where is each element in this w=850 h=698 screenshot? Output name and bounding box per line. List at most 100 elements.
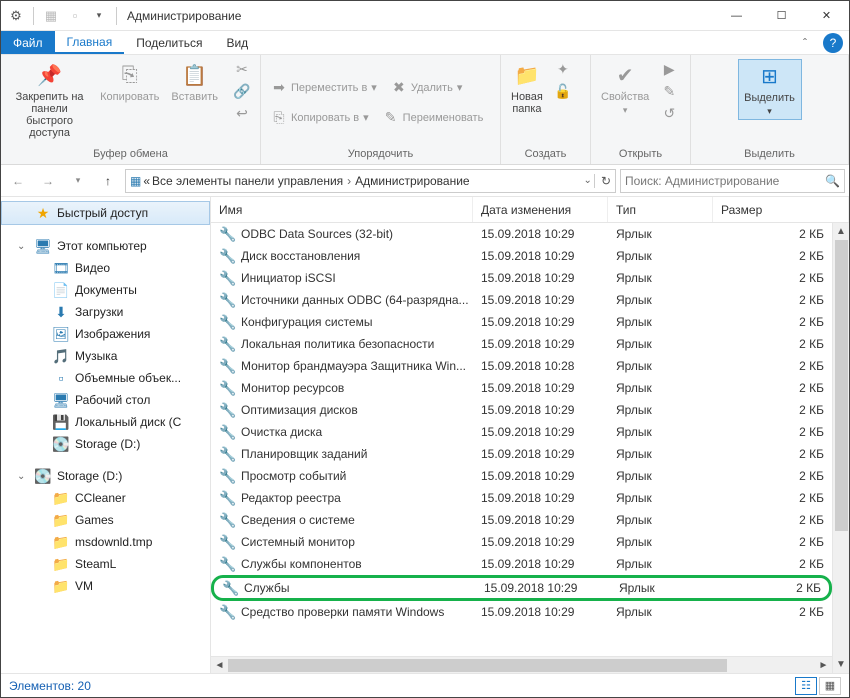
col-date[interactable]: Дата изменения <box>473 197 608 222</box>
file-row[interactable]: 🔧Планировщик заданий15.09.2018 10:29Ярлы… <box>211 443 832 465</box>
copypath-button[interactable]: 🔗 <box>230 81 254 101</box>
view-details-button[interactable]: ☷ <box>795 677 817 695</box>
file-date: 15.09.2018 10:29 <box>473 381 608 395</box>
file-size: 2 КБ <box>713 293 832 307</box>
nav-thispc-child[interactable]: 📄Документы <box>1 279 210 301</box>
edit-button[interactable]: ✎ <box>657 81 681 101</box>
scroll-right-icon[interactable]: ► <box>815 657 832 674</box>
delete-button[interactable]: ✖Удалить ▾ <box>387 78 467 98</box>
file-row[interactable]: 🔧Очистка диска15.09.2018 10:29Ярлык2 КБ <box>211 421 832 443</box>
file-row[interactable]: 🔧ODBC Data Sources (32-bit)15.09.2018 10… <box>211 223 832 245</box>
file-row[interactable]: 🔧Монитор брандмауэра Защитника Win...15.… <box>211 355 832 377</box>
history-button[interactable]: ↺ <box>657 103 681 123</box>
qat-properties-icon[interactable]: ▦ <box>40 5 62 27</box>
vertical-scrollbar[interactable]: ▲ ▼ <box>832 223 849 673</box>
scroll-left-icon[interactable]: ◄ <box>211 657 228 674</box>
scroll-up-icon[interactable]: ▲ <box>833 223 849 240</box>
file-name: Локальная политика безопасности <box>241 337 434 351</box>
close-button[interactable]: ✕ <box>804 1 849 31</box>
col-name[interactable]: Имя <box>211 197 473 222</box>
nav-storage-child[interactable]: 📁SteamL <box>1 553 210 575</box>
back-button[interactable]: ← <box>5 168 31 194</box>
select-button[interactable]: ⊞ Выделить ▾ <box>738 59 802 120</box>
newfolder-button[interactable]: 📁 Новая папка <box>507 59 547 117</box>
tab-home[interactable]: Главная <box>55 31 125 54</box>
nav-storage[interactable]: ⌄💽Storage (D:) <box>1 465 210 487</box>
file-row[interactable]: 🔧Средство проверки памяти Windows15.09.2… <box>211 601 832 623</box>
app-icon[interactable]: ⚙ <box>5 5 27 27</box>
rename-button[interactable]: ✎Переименовать <box>379 108 488 128</box>
properties-button[interactable]: ✔ Свойства ▾ <box>597 59 653 118</box>
nav-thispc-child[interactable]: 🎵Музыка <box>1 345 210 367</box>
tab-file[interactable]: Файл <box>1 31 55 54</box>
file-row[interactable]: 🔧Оптимизация дисков15.09.2018 10:29Ярлык… <box>211 399 832 421</box>
qat-newfolder-icon[interactable]: ▫ <box>64 5 86 27</box>
file-row[interactable]: 🔧Монитор ресурсов15.09.2018 10:29Ярлык2 … <box>211 377 832 399</box>
navitem-label: Локальный диск (C <box>75 415 181 429</box>
shortcut-icon: 🔧 <box>219 468 235 484</box>
search-input[interactable]: Поиск: Администрирование 🔍 <box>620 169 845 193</box>
nav-thispc[interactable]: ⌄🖥Этот компьютер <box>1 235 210 257</box>
col-size[interactable]: Размер <box>713 197 849 222</box>
minimize-button[interactable]: — <box>714 1 759 31</box>
nav-thispc-child[interactable]: 💾Локальный диск (C <box>1 411 210 433</box>
shortcut-icon: 🔧 <box>219 314 235 330</box>
nav-thispc-child[interactable]: ⬇Загрузки <box>1 301 210 323</box>
nav-storage-child[interactable]: 📁Games <box>1 509 210 531</box>
scroll-down-icon[interactable]: ▼ <box>833 656 849 673</box>
tab-view[interactable]: Вид <box>214 31 260 54</box>
refresh-icon[interactable]: ↻ <box>594 174 611 188</box>
file-row[interactable]: 🔧Локальная политика безопасности15.09.20… <box>211 333 832 355</box>
nav-storage-child[interactable]: 📁msdownld.tmp <box>1 531 210 553</box>
newitem-button[interactable]: ✦ <box>551 59 575 79</box>
group-select-label: Выделить <box>697 146 842 162</box>
file-row[interactable]: 🔧Конфигурация системы15.09.2018 10:29Ярл… <box>211 311 832 333</box>
shortcut-icon: 🔧 <box>219 534 235 550</box>
maximize-button[interactable]: ☐ <box>759 1 804 31</box>
nav-thispc-child[interactable]: 💽Storage (D:) <box>1 433 210 455</box>
file-row[interactable]: 🔧Редактор реестра15.09.2018 10:29Ярлык2 … <box>211 487 832 509</box>
file-type: Ярлык <box>608 557 713 571</box>
up-button[interactable]: ↑ <box>95 168 121 194</box>
open-button[interactable]: ▶ <box>657 59 681 79</box>
moveto-button[interactable]: ➡Переместить в ▾ <box>267 78 381 98</box>
nav-storage-child[interactable]: 📁CCleaner <box>1 487 210 509</box>
pin-quickaccess-button[interactable]: 📌 Закрепить на панели быстрого доступа <box>7 59 92 141</box>
cut-button[interactable]: ✂ <box>230 59 254 79</box>
nav-quickaccess[interactable]: ★Быстрый доступ <box>1 201 210 225</box>
recent-button[interactable]: ▾ <box>65 168 91 194</box>
nav-thispc-child[interactable]: 🎞Видео <box>1 257 210 279</box>
nav-thispc-child[interactable]: ▫Объемные объек... <box>1 367 210 389</box>
file-name: Диск восстановления <box>241 249 360 263</box>
nav-storage-child[interactable]: 📁VM <box>1 575 210 597</box>
pasteshortcut-button[interactable]: ↩ <box>230 103 254 123</box>
horizontal-scrollbar[interactable]: ◄ ► <box>211 656 832 673</box>
file-row[interactable]: 🔧Источники данных ODBC (64-разрядна...15… <box>211 289 832 311</box>
copyto-button[interactable]: ⎘Копировать в ▾ <box>267 108 373 128</box>
easyaccess-button[interactable]: 🔓 <box>551 81 575 101</box>
file-date: 15.09.2018 10:29 <box>473 271 608 285</box>
file-name: Монитор брандмауэра Защитника Win... <box>241 359 466 373</box>
nav-thispc-child[interactable]: 🖼Изображения <box>1 323 210 345</box>
file-row[interactable]: 🔧Сведения о системе15.09.2018 10:29Ярлык… <box>211 509 832 531</box>
forward-button[interactable]: → <box>35 168 61 194</box>
crumb-parent[interactable]: Все элементы панели управления <box>152 174 343 188</box>
file-row[interactable]: 🔧Диск восстановления15.09.2018 10:29Ярлы… <box>211 245 832 267</box>
qat-customize-icon[interactable]: ▾ <box>88 5 110 27</box>
nav-thispc-child[interactable]: 🖥Рабочий стол <box>1 389 210 411</box>
col-type[interactable]: Тип <box>608 197 713 222</box>
file-row[interactable]: 🔧Системный монитор15.09.2018 10:29Ярлык2… <box>211 531 832 553</box>
file-row[interactable]: 🔧Службы15.09.2018 10:29Ярлык2 КБ <box>211 575 832 601</box>
breadcrumb[interactable]: ▦ « Все элементы панели управления › Адм… <box>125 169 616 193</box>
file-row[interactable]: 🔧Службы компонентов15.09.2018 10:29Ярлык… <box>211 553 832 575</box>
paste-button[interactable]: 📋 Вставить <box>167 59 222 105</box>
help-icon[interactable]: ? <box>823 33 843 53</box>
view-icons-button[interactable]: ▦ <box>819 677 841 695</box>
file-row[interactable]: 🔧Просмотр событий15.09.2018 10:29Ярлык2 … <box>211 465 832 487</box>
file-row[interactable]: 🔧Инициатор iSCSI15.09.2018 10:29Ярлык2 К… <box>211 267 832 289</box>
copy-button[interactable]: ⎘ Копировать <box>96 59 163 105</box>
tab-share[interactable]: Поделиться <box>124 31 214 54</box>
crumb-current[interactable]: Администрирование <box>355 174 469 188</box>
collapse-ribbon-icon[interactable]: ˆ <box>793 31 817 54</box>
file-type: Ярлык <box>608 535 713 549</box>
